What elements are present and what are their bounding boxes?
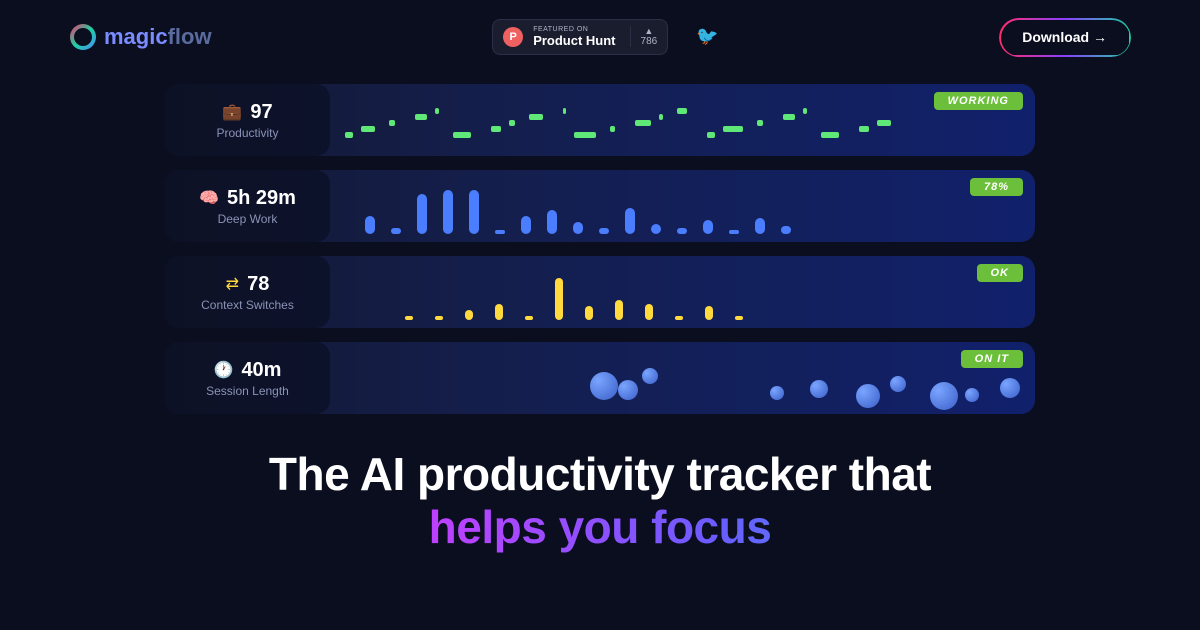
upvote-icon: ▲	[644, 26, 653, 36]
product-hunt-badge[interactable]: P FEATURED ON Product Hunt ▲ 786	[492, 19, 668, 55]
metric-name: Context Switches	[201, 298, 294, 312]
dashboard: 💼 97 Productivity WORKING 🧠 5h 29m Deep …	[165, 84, 1035, 414]
metric-value: 40m	[241, 359, 281, 382]
ph-name: Product Hunt	[533, 34, 615, 48]
logo-text-magic: magic	[104, 24, 168, 49]
header: magicflow P FEATURED ON Product Hunt ▲ 7…	[0, 0, 1200, 74]
status-badge: ON IT	[961, 350, 1023, 368]
metric-value: 97	[250, 101, 272, 124]
clock-icon: 🕐	[214, 360, 234, 380]
metric-label: 💼 97 Productivity	[165, 84, 330, 156]
product-hunt-icon: P	[503, 27, 523, 47]
metric-value: 78	[247, 273, 269, 296]
metric-deepwork: 🧠 5h 29m Deep Work 78%	[165, 170, 1035, 242]
metric-name: Deep Work	[218, 212, 278, 226]
status-badge: OK	[977, 264, 1024, 282]
headline-line1: The AI productivity tracker that	[0, 448, 1200, 501]
metric-name: Session Length	[206, 384, 289, 398]
productivity-chart	[345, 92, 1023, 148]
metric-value: 5h 29m	[227, 187, 296, 210]
metric-label: 🕐 40m Session Length	[165, 342, 330, 414]
status-badge: 78%	[970, 178, 1023, 196]
context-chart	[345, 264, 1023, 320]
logo-icon	[70, 24, 96, 50]
twitter-icon[interactable]: 🐦	[696, 26, 718, 47]
metric-label: ⇄ 78 Context Switches	[165, 256, 330, 328]
metric-context: ⇄ 78 Context Switches OK	[165, 256, 1035, 328]
metric-session: 🕐 40m Session Length ON IT	[165, 342, 1035, 414]
metric-label: 🧠 5h 29m Deep Work	[165, 170, 330, 242]
deepwork-chart	[345, 178, 1023, 234]
briefcase-icon: 💼	[222, 102, 242, 122]
headline: The AI productivity tracker that helps y…	[0, 448, 1200, 554]
brain-icon: 🧠	[199, 188, 219, 208]
status-badge: WORKING	[934, 92, 1023, 110]
headline-line2: helps you focus	[0, 501, 1200, 554]
logo[interactable]: magicflow	[70, 24, 212, 50]
metric-name: Productivity	[216, 126, 278, 140]
swap-icon: ⇄	[226, 274, 239, 294]
logo-text-flow: flow	[168, 24, 212, 49]
download-label: Download →	[1022, 29, 1107, 45]
metric-productivity: 💼 97 Productivity WORKING	[165, 84, 1035, 156]
center-nav: P FEATURED ON Product Hunt ▲ 786 🐦	[492, 19, 718, 55]
ph-count: 786	[641, 36, 658, 47]
download-button[interactable]: Download →	[999, 18, 1130, 56]
